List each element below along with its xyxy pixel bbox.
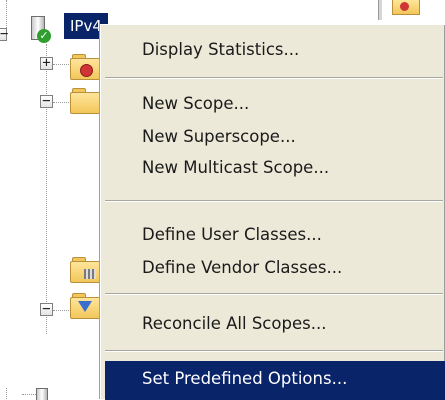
pane-splitter[interactable] xyxy=(378,0,382,20)
menu-item-display-statistics[interactable]: Display Statistics... xyxy=(105,35,445,65)
filter-folder-icon xyxy=(70,291,102,319)
tree-guide-line xyxy=(53,64,71,65)
server-check-icon: ✓ xyxy=(29,16,51,46)
scope-folder-icon xyxy=(70,86,102,114)
status-badge-icon xyxy=(400,2,409,11)
collapse-toggle-filters[interactable]: − xyxy=(40,302,53,316)
collapse-toggle-scope[interactable]: − xyxy=(40,94,53,108)
tree-guide-line xyxy=(46,44,47,334)
collapse-toggle-server[interactable]: − xyxy=(0,27,8,41)
tree-guide-line xyxy=(53,102,71,103)
tree-guide-line xyxy=(53,310,71,311)
details-pane-edge xyxy=(378,0,445,20)
menu-separator xyxy=(105,350,443,352)
folder-icon xyxy=(70,52,102,80)
menu-item-new-superscope[interactable]: New Superscope... xyxy=(105,122,445,152)
menu-item-define-user-classes[interactable]: Define User Classes... xyxy=(105,220,445,250)
menu-item-set-predefined-options[interactable]: Set Predefined Options... xyxy=(105,361,445,400)
menu-item-reconcile-all-scopes[interactable]: Reconcile All Scopes... xyxy=(105,309,445,339)
menu-separator xyxy=(105,77,443,79)
menu-item-new-multicast-scope[interactable]: New Multicast Scope... xyxy=(105,153,445,183)
expand-toggle-server-options[interactable]: + xyxy=(40,56,53,70)
menu-separator xyxy=(105,293,443,295)
menu-item-define-vendor-classes[interactable]: Define Vendor Classes... xyxy=(105,253,445,283)
menu-item-new-scope[interactable]: New Scope... xyxy=(105,89,445,119)
tree-node-partial xyxy=(0,388,110,400)
menu-separator xyxy=(105,200,443,202)
console-tree: − ✓ IPv4 + − − xyxy=(0,0,110,400)
server-options-icon xyxy=(70,255,102,283)
context-menu: Display Statistics... New Scope... New S… xyxy=(100,24,445,400)
